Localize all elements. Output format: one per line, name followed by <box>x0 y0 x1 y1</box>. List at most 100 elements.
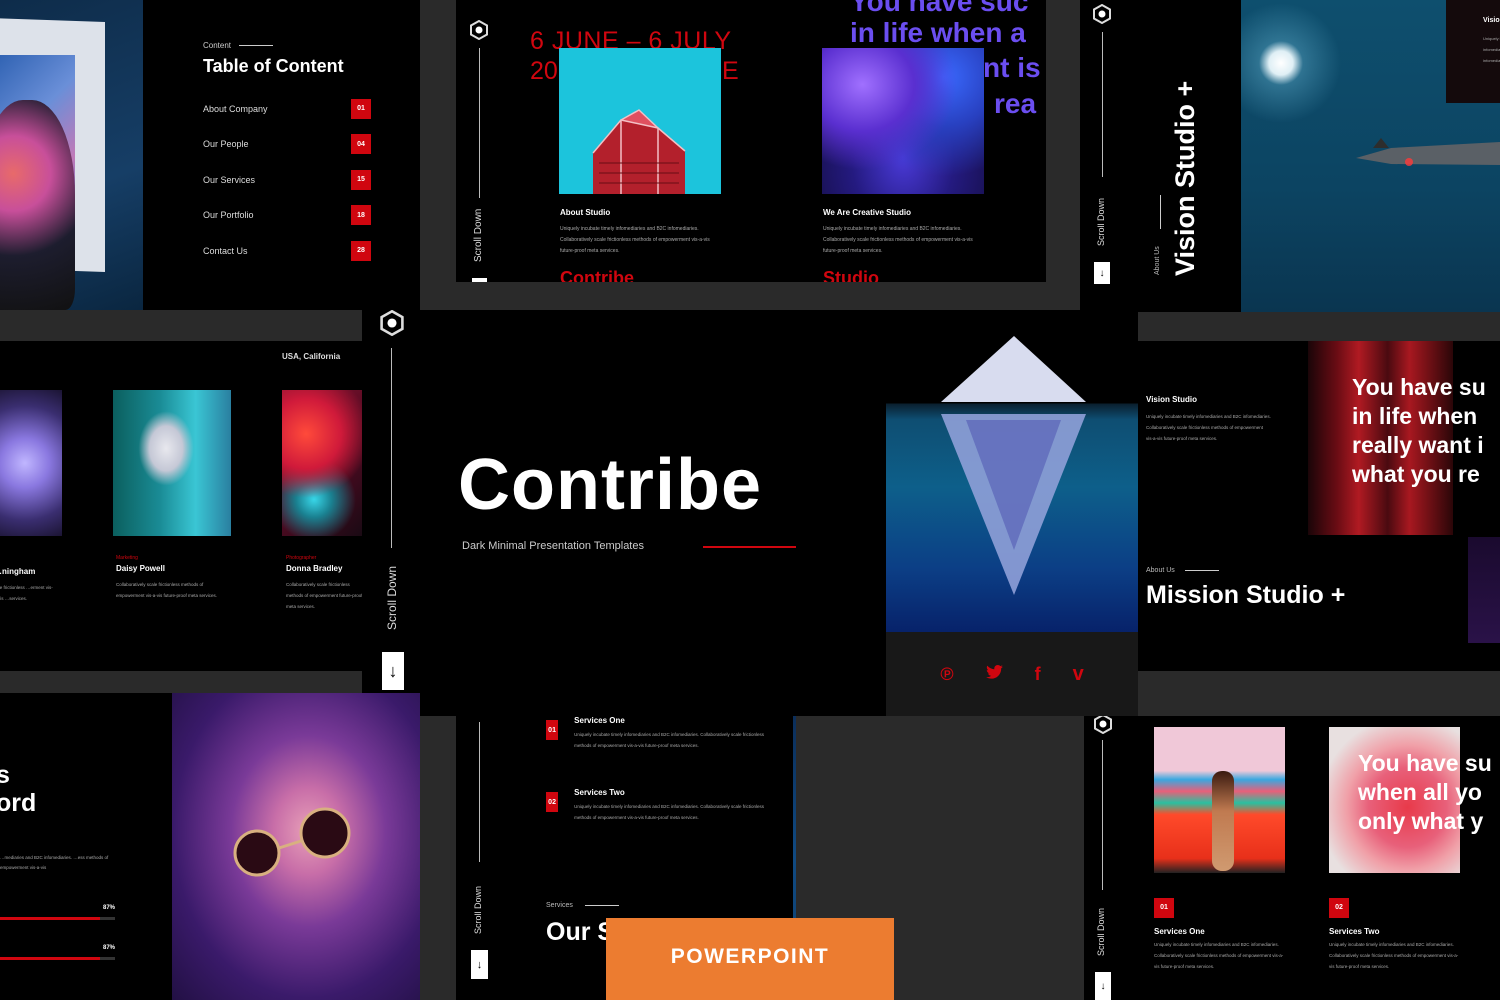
scroll-down-button[interactable]: ↓ <box>1095 972 1111 1000</box>
toc-item[interactable]: Our Services 15 <box>203 162 371 198</box>
toc-item-label: Contact Us <box>203 245 248 256</box>
vimeo-icon[interactable]: v <box>1073 663 1084 686</box>
service-item: 02 Services Two Uniquely incubate timely… <box>546 788 766 823</box>
toc-eyebrow: Content <box>203 41 232 50</box>
scroll-down-button[interactable]: ↓ <box>382 652 404 690</box>
slide-team: USA, California …ningham …te frictionles… <box>0 341 362 671</box>
side-divider-line <box>479 722 480 862</box>
skill-percent: 87% <box>102 945 115 951</box>
about-studio-body: Uniquely incubate timely infomediaries a… <box>560 226 710 254</box>
member-body: …te frictionless …erment vis-a-vis …serv… <box>0 585 53 601</box>
scroll-down-button[interactable]: ↓ <box>1094 262 1110 284</box>
skill-fill <box>0 917 101 920</box>
toc-item-label: About Company <box>203 103 268 114</box>
quote-line: You have su <box>1358 750 1492 776</box>
toc-list: About Company 01 Our People 04 Our Servi… <box>203 91 371 269</box>
service-number: 01 <box>1154 897 1174 918</box>
twitter-icon[interactable] <box>985 665 1003 683</box>
member-name: Donna Bradley <box>286 564 343 573</box>
service-number: 02 <box>546 792 559 812</box>
mission-quote: You have su in life when really want i w… <box>1352 373 1486 489</box>
side-divider-line <box>1102 740 1103 890</box>
service-item: 01 Services One Uniquely incubate timely… <box>546 716 766 751</box>
quote-line: You have suc <box>850 0 1029 17</box>
powerpoint-badge: POWERPOINT <box>606 918 894 1000</box>
scroll-down-label: Scroll Down <box>385 565 399 630</box>
skill-bar: 87% <box>0 905 115 920</box>
red-building-image <box>559 48 721 194</box>
toc-page-badge: 28 <box>351 240 371 261</box>
scroll-down-button[interactable]: ↓ <box>471 950 488 979</box>
quote-line: really want i <box>1352 432 1484 458</box>
member-card: Marketing Daisy Powell Collaboratively s… <box>116 555 226 601</box>
eyebrow-divider <box>1160 195 1161 229</box>
member-body: Collaboratively scale frictionless metho… <box>116 582 218 598</box>
creative-studio-heading: We Are Creative Studio <box>823 208 912 217</box>
quote-line: in life when a <box>850 17 1026 48</box>
service-card: 02 Services Two Uniquely incubate timely… <box>1329 896 1460 972</box>
hexagon-logo-icon <box>379 310 405 336</box>
toc-item[interactable]: Contact Us 28 <box>203 233 371 269</box>
cover-title: Contribe <box>458 445 762 525</box>
toc-item-label: Our Portfolio <box>203 210 254 221</box>
side-divider-line <box>1102 32 1103 177</box>
cover-subtitle: Dark Minimal Presentation Templates <box>462 540 644 552</box>
service-title: Services Two <box>574 788 625 797</box>
member-photo <box>113 390 231 536</box>
service-body: Uniquely incubate timely infomediaries a… <box>1329 941 1459 969</box>
quote-line: rea <box>994 88 1037 119</box>
slide-skills: s ord …mediaries and B2C infomediaries. … <box>0 693 172 1000</box>
member-role: Photographer <box>286 555 317 561</box>
side-divider-line <box>479 48 480 198</box>
scroll-indicator[interactable] <box>472 278 487 282</box>
lips-sofa-image <box>1154 727 1285 873</box>
slide-about-studio: Scroll Down 6 JUNE – 6 JULY 20 E About S… <box>456 0 786 282</box>
vision-card-body: Uniquely incubate timely infomediaries a… <box>1483 36 1500 63</box>
person-figure <box>1212 771 1234 871</box>
skill-track <box>0 917 115 920</box>
scroll-down-label: Scroll Down <box>473 208 484 262</box>
toc-page-badge: 18 <box>351 205 371 226</box>
service-card: 01 Services One Uniquely incubate timely… <box>1154 896 1285 972</box>
purple-leaves-image <box>822 48 984 194</box>
pinterest-icon[interactable]: ℗ <box>940 664 953 685</box>
cover-accent-line <box>703 546 796 548</box>
quote-line: what you re <box>1352 461 1480 487</box>
member-card: …ningham …te frictionless …erment vis-a-… <box>0 567 54 604</box>
slide-vision-studio: Scroll Down ↓ About Us Vision Studio + V… <box>1080 0 1500 312</box>
toc-item[interactable]: Our Portfolio 18 <box>203 198 371 234</box>
skill-bar: 87% <box>0 945 115 960</box>
service-number: 02 <box>1329 897 1349 918</box>
service-body: Uniquely incubate timely infomediaries a… <box>574 732 764 748</box>
service-title: Services One <box>1154 926 1205 936</box>
about-studio-footer-word: Contribe <box>560 268 634 282</box>
facebook-icon[interactable]: f <box>1035 664 1041 685</box>
services-title: Our S <box>546 918 615 946</box>
skill-fill <box>0 957 101 960</box>
eyebrow-divider <box>1184 570 1219 571</box>
scroll-down-label: Scroll Down <box>473 885 483 934</box>
eyebrow-divider <box>239 45 274 46</box>
quote-line: in life when <box>1352 403 1478 429</box>
member-photo <box>0 390 62 536</box>
skill-track <box>0 957 115 960</box>
side-divider-line <box>391 348 392 548</box>
toc-item[interactable]: Our People 04 <box>203 127 371 163</box>
slide-mission: Vision Studio Uniquely incubate timely i… <box>1138 341 1500 671</box>
toc-item[interactable]: About Company 01 <box>203 91 371 127</box>
iceberg-image <box>886 310 1138 632</box>
mission-card-title: Vision Studio <box>1146 395 1197 404</box>
hexagon-logo-icon <box>469 20 489 40</box>
creative-studio-footer-word: Studio <box>823 268 879 282</box>
slide-table-of-content: Content Table of Content About Company 0… <box>143 0 420 310</box>
creative-studio-body: Uniquely incubate timely infomediaries a… <box>823 226 973 254</box>
skills-title: s ord <box>0 761 36 817</box>
title-line: s <box>0 761 10 789</box>
member-role: Marketing <box>116 555 138 561</box>
service-body: Uniquely incubate timely infomediaries a… <box>1154 941 1284 969</box>
purple-shadow-image <box>1468 537 1500 643</box>
eyebrow-divider <box>584 905 619 906</box>
member-name: Daisy Powell <box>116 564 165 573</box>
hexagon-logo-icon <box>1093 716 1113 734</box>
toc-item-label: Our Services <box>203 174 256 185</box>
